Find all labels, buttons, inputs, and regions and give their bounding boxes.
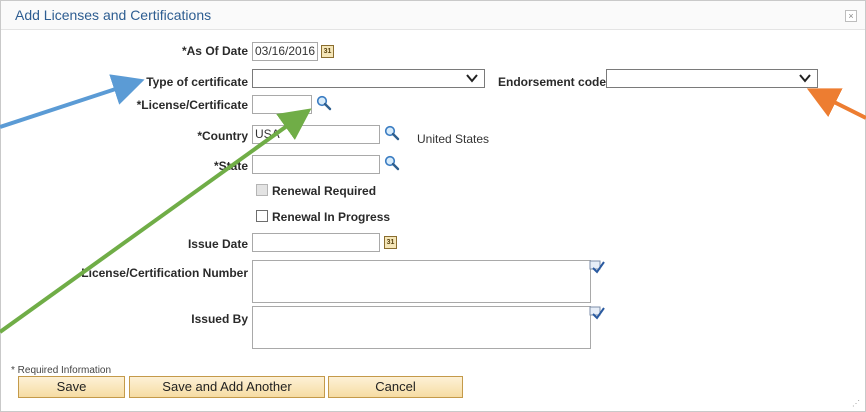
orange-annotation-arrow [806, 88, 866, 120]
green-annotation-arrow [0, 108, 312, 334]
annotation-arrows [0, 74, 866, 334]
blue-annotation-arrow [0, 74, 145, 129]
